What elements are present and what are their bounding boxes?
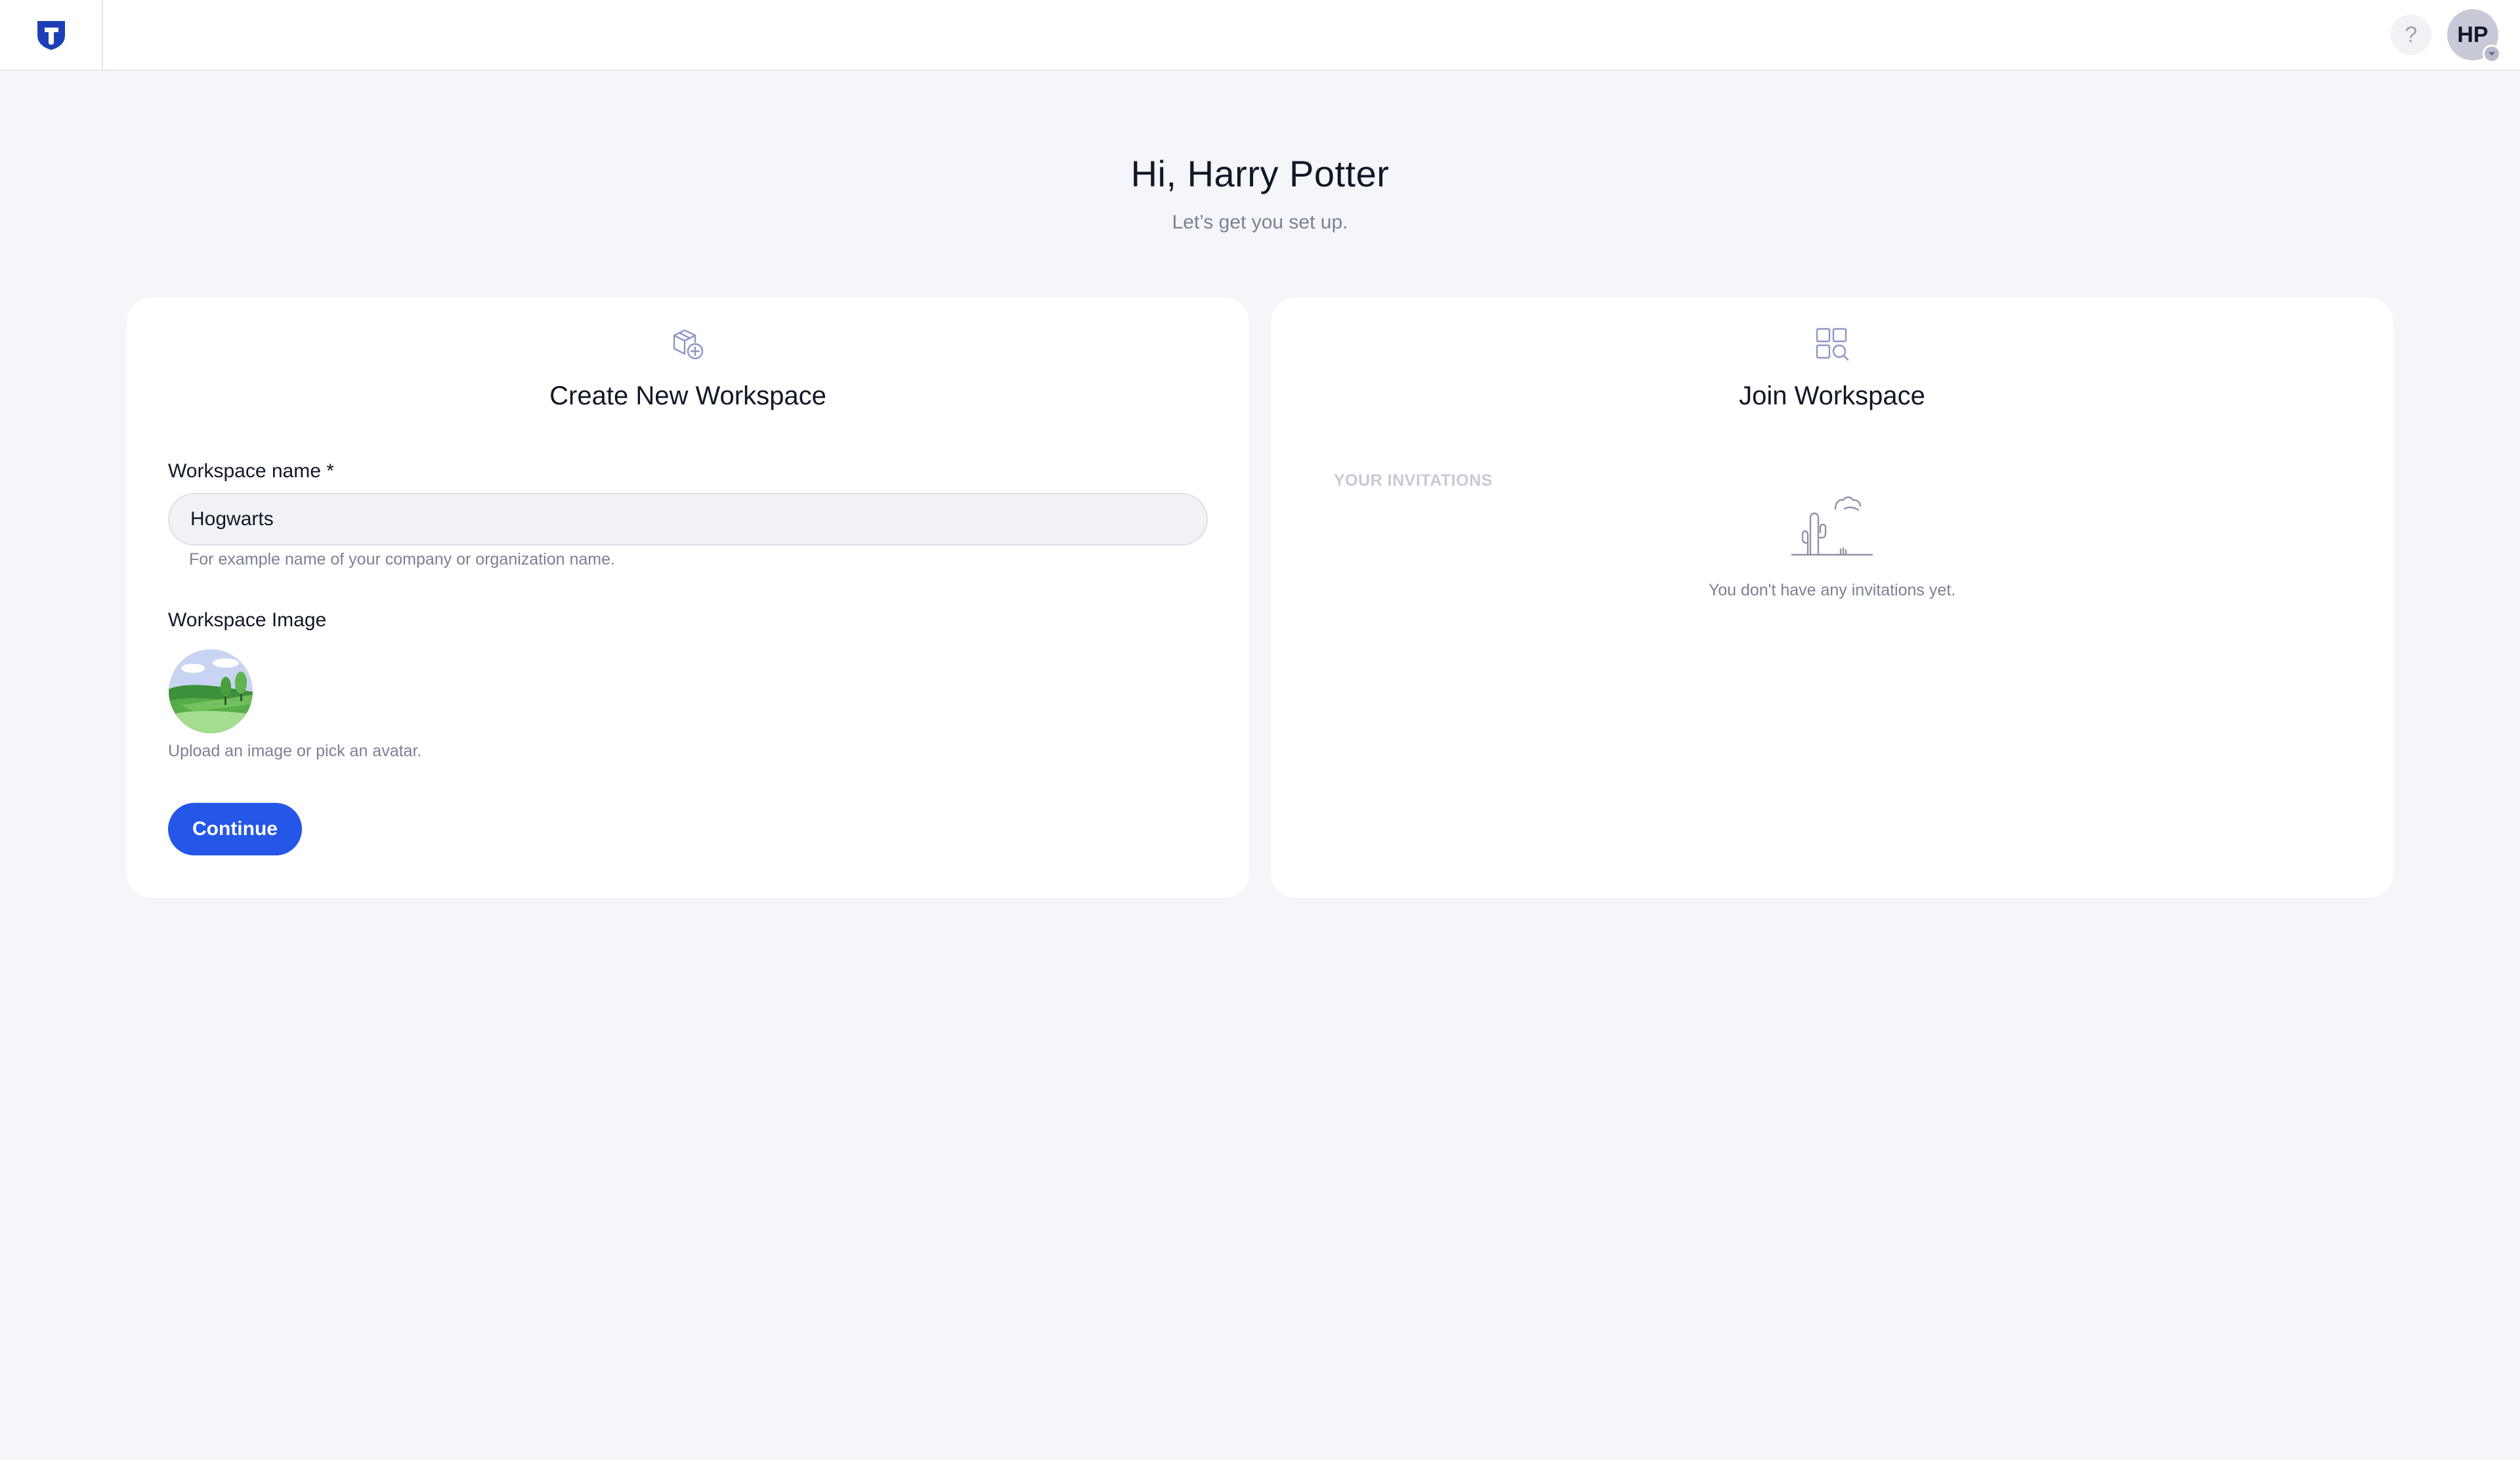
cube-plus-icon [126, 325, 1250, 366]
workspace-image-picker[interactable] [168, 649, 253, 737]
workspace-name-hint: For example name of your company or orga… [189, 550, 615, 569]
join-workspace-card: Join Workspace YOUR INVITATIONS You don'… [1270, 297, 2394, 898]
help-button[interactable]: ? [2391, 14, 2431, 55]
workspace-name-label: Workspace name * [168, 460, 334, 482]
page-subtitle: Let’s get you set up. [1172, 211, 1348, 233]
create-workspace-title: Create New Workspace [549, 381, 826, 410]
workspace-image-label: Workspace Image [168, 609, 327, 631]
top-bar: ? HP [0, 0, 2520, 71]
continue-button[interactable]: Continue [168, 803, 302, 855]
landscape-avatar-icon[interactable] [168, 649, 253, 734]
invitations-heading: YOUR INVITATIONS [1334, 471, 1493, 490]
grid-search-icon [1270, 325, 2394, 366]
create-workspace-card: Create New Workspace Workspace name * Fo… [126, 297, 1250, 898]
logo-area[interactable] [0, 0, 103, 70]
no-invitations-text: You don't have any invitations yet. [1708, 581, 1956, 599]
chevron-down-icon [2483, 45, 2501, 63]
workspace-image-hint: Upload an image or pick an avatar. [168, 742, 422, 760]
join-workspace-title: Join Workspace [1739, 381, 1925, 410]
cactus-illustration-icon [1791, 494, 1873, 563]
page-title: Hi, Harry Potter [1130, 153, 1390, 194]
workspace-name-input[interactable] [168, 493, 1208, 546]
user-avatar-button[interactable]: HP [2447, 9, 2501, 63]
shield-logo-icon[interactable] [35, 18, 68, 51]
avatar-initials: HP [2457, 22, 2488, 47]
